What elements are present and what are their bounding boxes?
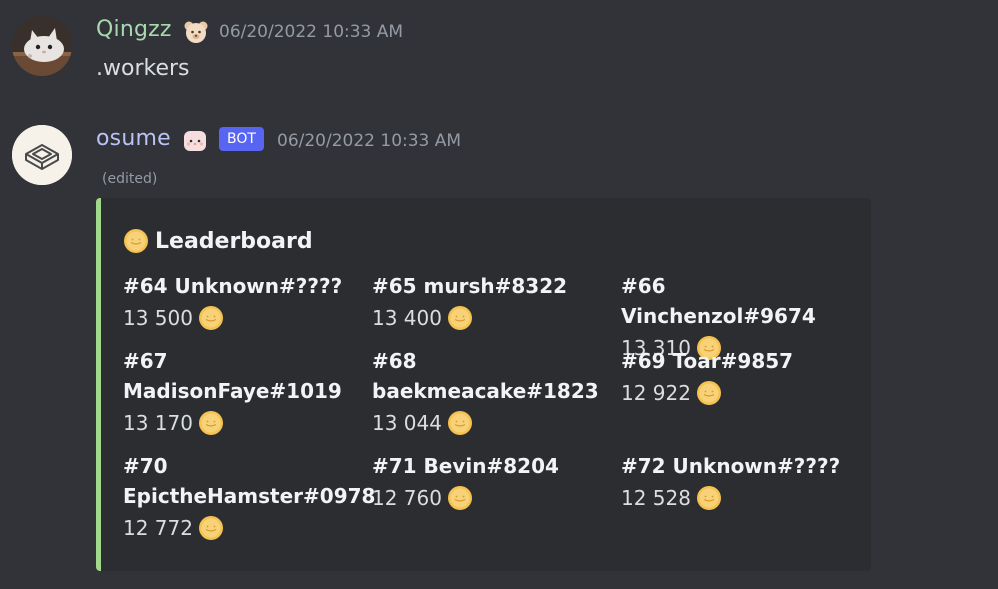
embed-title: Leaderboard — [123, 228, 313, 254]
field-value: 12 922 — [621, 376, 861, 410]
leaderboard-field: #64 Unknown#???? 13 500 — [123, 271, 363, 335]
field-value-text: 12 760 — [372, 486, 442, 510]
field-value: 13 500 — [123, 301, 363, 335]
username[interactable]: osume — [96, 126, 171, 151]
field-value: 13 400 — [372, 301, 612, 335]
edited-label: (edited) — [102, 171, 158, 187]
field-value-text: 13 500 — [123, 306, 193, 330]
leaderboard-field: #72 Unknown#???? 12 528 — [621, 451, 861, 515]
coin-icon — [447, 485, 473, 511]
coin-icon — [198, 515, 224, 541]
username[interactable]: Qingzz — [96, 17, 172, 42]
message-content: .workers — [96, 56, 190, 81]
coin-icon — [696, 380, 722, 406]
field-value-text: 13 400 — [372, 306, 442, 330]
field-value-text: 13 044 — [372, 411, 442, 435]
field-value: 13 044 — [372, 406, 612, 440]
leaderboard-field: #69 Toar#9857 12 922 — [621, 346, 861, 410]
field-value-text: 13 170 — [123, 411, 193, 435]
field-value: 12 760 — [372, 481, 612, 515]
field-value-text: 12 528 — [621, 486, 691, 510]
leaderboard-field: #71 Bevin#8204 12 760 — [372, 451, 612, 515]
leaderboard-field: #70 EpictheHamster#0978 12 772 — [123, 451, 376, 545]
timestamp: 06/20/2022 10:33 AM — [219, 22, 404, 42]
leaderboard-field: #68 baekmeacake#1823 13 044 — [372, 346, 612, 440]
coin-icon — [696, 485, 722, 511]
field-name: #64 Unknown#???? — [123, 274, 343, 298]
coin-icon — [447, 410, 473, 436]
field-name: #67 MadisonFaye#1019 — [123, 349, 342, 403]
bot-tag: BOT — [219, 127, 264, 151]
coin-icon — [198, 410, 224, 436]
coin-icon — [198, 305, 224, 331]
chat-area: Qingzz 06/20/2022 10:33 AM .workers osum… — [0, 0, 998, 589]
timestamp: 06/20/2022 10:33 AM — [277, 131, 462, 151]
embed-title-text: Leaderboard — [155, 228, 313, 254]
field-name: #71 Bevin#8204 — [372, 454, 559, 478]
field-value-text: 12 922 — [621, 381, 691, 405]
field-value: 12 772 — [123, 511, 363, 545]
pink-blob-icon — [182, 128, 208, 154]
field-name: #70 EpictheHamster#0978 — [123, 454, 376, 508]
field-name: #68 baekmeacake#1823 — [372, 349, 599, 403]
field-value-text: 12 772 — [123, 516, 193, 540]
cat-avatar-icon — [12, 16, 72, 76]
field-value: 12 528 — [621, 481, 861, 515]
field-name: #69 Toar#9857 — [621, 349, 794, 373]
field-name: #72 Unknown#???? — [621, 454, 841, 478]
field-name: #66 Vinchenzol#9674 — [621, 274, 816, 328]
coin-icon — [123, 228, 149, 254]
keyboard-key-avatar-icon — [12, 125, 72, 185]
leaderboard-field: #65 mursh#8322 13 400 — [372, 271, 612, 335]
bear-face-icon — [183, 19, 209, 45]
field-name: #65 mursh#8322 — [372, 274, 568, 298]
user-avatar[interactable] — [12, 16, 72, 76]
message-qingzz: Qingzz 06/20/2022 10:33 AM .workers — [0, 0, 998, 110]
leaderboard-field: #67 MadisonFaye#1019 13 170 — [123, 346, 363, 440]
coin-icon — [447, 305, 473, 331]
bot-avatar[interactable] — [12, 125, 72, 185]
leaderboard-embed: Leaderboard #64 Unknown#???? 13 500 #65 … — [96, 198, 871, 571]
field-value: 13 170 — [123, 406, 363, 440]
